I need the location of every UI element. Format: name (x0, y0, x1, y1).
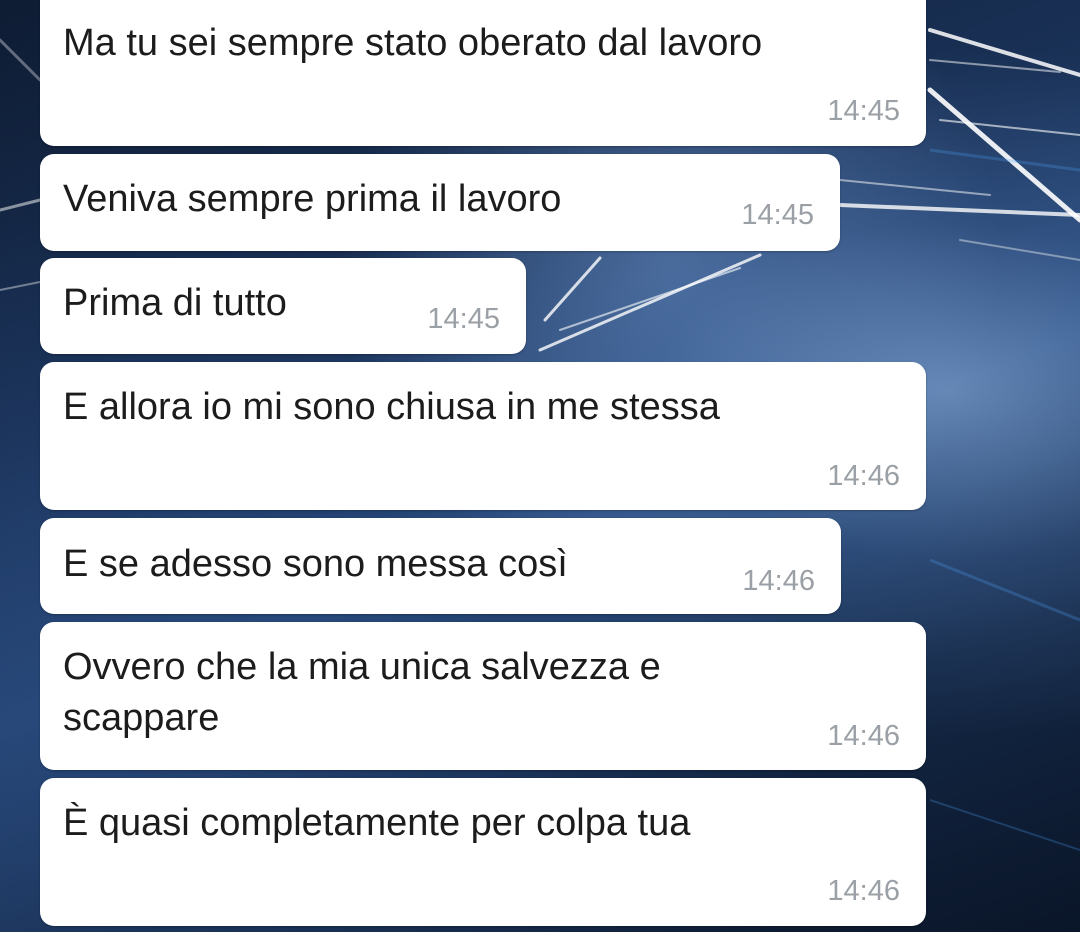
message-bubble[interactable]: È quasi completamente per colpa tua 14:4… (40, 778, 926, 926)
message-bubble[interactable]: E allora io mi sono chiusa in me stessa … (40, 362, 926, 510)
message-text: Prima di tutto (63, 282, 287, 324)
message-text: Veniva sempre prima il lavoro (63, 178, 562, 220)
message-timestamp: 14:46 (742, 565, 815, 597)
message-bubble[interactable]: Ma tu sei sempre stato oberato dal lavor… (40, 0, 926, 146)
message-timestamp: 14:46 (827, 720, 900, 752)
message-timestamp: 14:46 (827, 460, 900, 492)
message-bubble[interactable]: Ovvero che la mia unica salvezza e scapp… (40, 622, 926, 770)
message-bubble[interactable]: E se adesso sono messa così 14:46 (40, 518, 841, 614)
message-text: E allora io mi sono chiusa in me stessa (63, 386, 720, 428)
message-text: Ovvero che la mia unica salvezza e scapp… (63, 646, 661, 739)
message-timestamp: 14:46 (827, 875, 900, 907)
message-timestamp: 14:45 (741, 199, 814, 231)
message-text: E se adesso sono messa così (63, 543, 568, 585)
message-bubble[interactable]: Prima di tutto 14:45 (40, 258, 526, 354)
message-text: Ma tu sei sempre stato oberato dal lavor… (63, 22, 763, 64)
message-text: È quasi completamente per colpa tua (63, 802, 691, 844)
message-timestamp: 14:45 (427, 303, 500, 335)
chat-message-list[interactable]: Ma tu sei sempre stato oberato dal lavor… (0, 0, 1080, 932)
message-bubble[interactable]: Veniva sempre prima il lavoro 14:45 (40, 154, 840, 251)
message-timestamp: 14:45 (827, 95, 900, 127)
